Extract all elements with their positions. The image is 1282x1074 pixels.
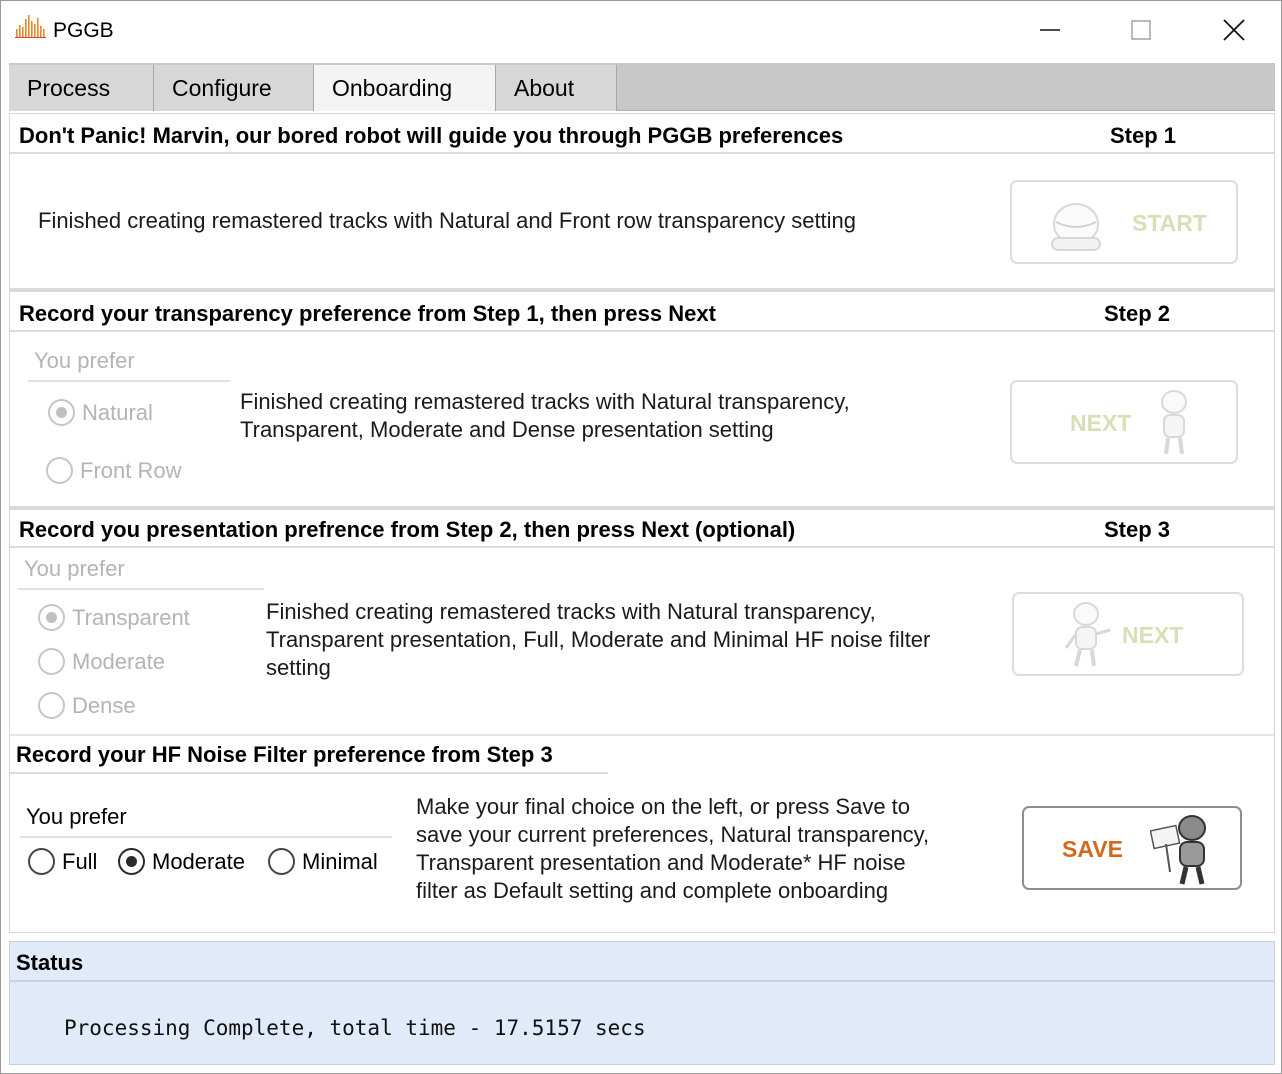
step3-label: Step 3	[1104, 517, 1171, 542]
close-icon	[1223, 19, 1245, 41]
step4-message: Make your final choice on the left, or p…	[416, 794, 930, 903]
step1-section: Don't Panic! Marvin, our bored robot wil…	[10, 114, 1274, 290]
step2-prefer-label: You prefer	[28, 348, 230, 382]
divider	[10, 980, 1274, 982]
minimize-icon	[1040, 29, 1060, 31]
step1-label: Step 1	[1110, 123, 1177, 148]
radio-moderate-filter[interactable]: Moderate	[118, 848, 245, 875]
radio-minimal[interactable]: Minimal	[268, 848, 378, 875]
close-button[interactable]	[1188, 1, 1280, 59]
step3-header: Record you presentation prefrence from S…	[10, 508, 1274, 548]
step2-label: Step 2	[1104, 301, 1171, 326]
step3-title: Record you presentation prefrence from S…	[19, 517, 796, 542]
radio-natural[interactable]: Natural	[48, 399, 153, 426]
radio-full[interactable]: Full	[28, 848, 97, 875]
start-button[interactable]: START	[1010, 180, 1238, 264]
step3-message: Finished creating remastered tracks with…	[266, 599, 931, 680]
step3-next-button[interactable]: NEXT	[1012, 592, 1244, 676]
minimize-button[interactable]	[1004, 1, 1096, 59]
tab-process[interactable]: Process	[9, 65, 154, 111]
start-button-label: START	[1132, 210, 1207, 236]
app-window: PGGB Process Configure Onboarding About …	[0, 0, 1282, 1074]
tab-configure[interactable]: Configure	[154, 65, 314, 111]
robot-with-sign-icon	[1150, 815, 1206, 885]
save-button[interactable]: SAVE	[1022, 806, 1242, 890]
step4-header: Record your HF Noise Filter preference f…	[10, 736, 608, 774]
status-panel: Status Processing Complete, total time -…	[9, 941, 1275, 1065]
step1-header: Don't Panic! Marvin, our bored robot wil…	[10, 114, 1274, 154]
radio-dense[interactable]: Dense	[38, 692, 136, 719]
radio-transparent[interactable]: Transparent	[38, 604, 190, 631]
title-bar: PGGB	[1, 1, 1281, 63]
step4-section: Record your HF Noise Filter preference f…	[10, 736, 1274, 932]
status-title: Status	[16, 950, 84, 975]
step3-prefer-label: You prefer	[18, 556, 264, 590]
tab-onboarding[interactable]: Onboarding	[314, 65, 496, 111]
pggb-waveform-logo-icon	[15, 15, 46, 38]
step2-header: Record your transparency preference from…	[10, 292, 1274, 332]
step3-section: Record you presentation prefrence from S…	[10, 508, 1274, 734]
step2-next-label: NEXT	[1070, 410, 1132, 436]
maximize-button[interactable]	[1095, 1, 1187, 59]
step2-section: Record your transparency preference from…	[10, 292, 1274, 506]
tab-bar: Process Configure Onboarding About	[9, 63, 1275, 111]
step4-prefer-label: You prefer	[20, 804, 392, 838]
radio-front-row[interactable]: Front Row	[46, 457, 181, 484]
status-message: Processing Complete, total time - 17.515…	[64, 1016, 646, 1040]
robot-standing-icon	[1161, 390, 1187, 455]
window-title: PGGB	[53, 19, 114, 42]
robot-pointing-icon	[1064, 602, 1111, 667]
step2-next-button[interactable]: NEXT	[1010, 380, 1238, 464]
save-button-label: SAVE	[1062, 836, 1123, 862]
step2-title: Record your transparency preference from…	[19, 301, 716, 326]
step1-message: Finished creating remastered tracks with…	[38, 208, 857, 233]
step4-title: Record your HF Noise Filter preference f…	[16, 742, 553, 767]
radio-moderate-presentation[interactable]: Moderate	[38, 648, 165, 675]
robot-head-icon	[1051, 203, 1101, 251]
step2-message: Finished creating remastered tracks with…	[240, 389, 850, 442]
onboarding-panel: Don't Panic! Marvin, our bored robot wil…	[9, 113, 1275, 933]
step3-next-label: NEXT	[1122, 622, 1184, 648]
tab-about[interactable]: About	[496, 65, 617, 111]
maximize-icon	[1131, 20, 1151, 40]
step1-title: Don't Panic! Marvin, our bored robot wil…	[19, 123, 844, 148]
